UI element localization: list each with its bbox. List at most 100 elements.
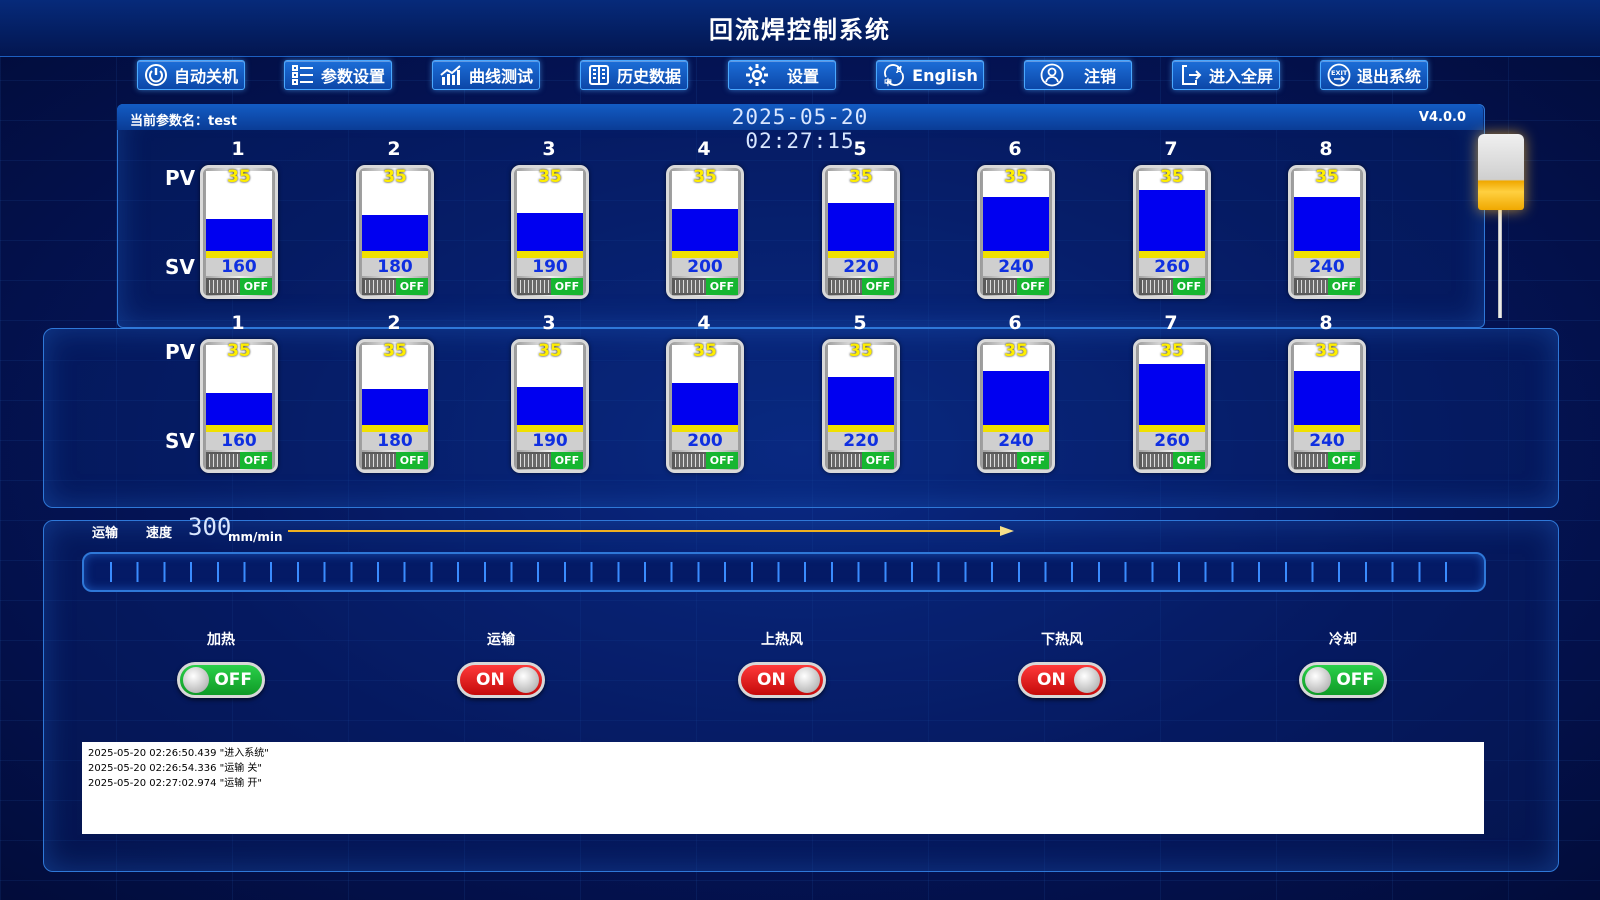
zone-gauge[interactable]: 35 160 OFF [200,339,278,473]
toggle-knob [1074,667,1100,693]
zone-number: 1 [231,138,245,160]
gauge-level-fill [517,213,583,251]
toggle-switch[interactable]: OFF [1299,662,1387,698]
chart-icon [440,65,461,85]
zone-switch[interactable]: OFF [517,278,583,295]
zone-switch[interactable]: OFF [1294,452,1360,469]
sv-value: 240 [1294,432,1360,450]
grip-icon [1297,454,1329,467]
exit-system-button[interactable]: EXIT 退出系统 [1320,60,1428,90]
zone-switch[interactable]: OFF [206,278,272,295]
settings-label: 设置 [786,67,819,86]
book-icon [588,65,609,85]
zone-number: 4 [697,138,711,160]
grip-icon [365,280,397,293]
zone-gauge[interactable]: 35 260 OFF [1133,339,1211,473]
auto-shutdown-button[interactable]: 自动关机 [137,60,245,90]
zone-gauge[interactable]: 35 260 OFF [1133,165,1211,299]
zone-gauge[interactable]: 35 220 OFF [822,339,900,473]
zone-switch[interactable]: OFF [1139,278,1205,295]
zone-switch-state: OFF [396,452,428,469]
zone-switch[interactable]: OFF [828,452,894,469]
tower-light-icon [1478,134,1524,210]
zone-gauge[interactable]: 35 240 OFF [977,339,1055,473]
zone-gauge[interactable]: 35 200 OFF [666,165,744,299]
zone-switch[interactable]: OFF [517,452,583,469]
zone-number: 3 [542,138,556,160]
param-settings-button[interactable]: 参数设置 [284,60,392,90]
zone-gauge[interactable]: 35 200 OFF [666,339,744,473]
settings-button[interactable]: 设置 [728,60,836,90]
pv-value: 35 [538,341,562,361]
speed-value: 300 [188,513,232,541]
toggle-switch[interactable]: ON [457,662,545,698]
pv-label-bottom: PV [165,340,196,364]
pv-value: 35 [1315,167,1339,187]
grip-icon [209,280,241,293]
english-button[interactable]: 中A English [876,60,984,90]
zone-switch-state: OFF [706,278,738,295]
zone-switch[interactable]: OFF [672,278,738,295]
zone-switch[interactable]: OFF [362,278,428,295]
sv-value: 190 [517,258,583,276]
exit-system-label: 退出系统 [1356,67,1421,86]
toggle-switch[interactable]: OFF [177,662,265,698]
conveyor-arrow-line [288,530,1010,532]
zone-switch[interactable]: OFF [672,452,738,469]
event-log[interactable]: 2025-05-20 02:26:50.439 "进入系统" 2025-05-2… [82,742,1484,834]
sv-value: 240 [983,258,1049,276]
sv-value: 220 [828,258,894,276]
sv-value: 200 [672,258,738,276]
toggle-switch[interactable]: ON [1018,662,1106,698]
logout-button[interactable]: 注销 [1024,60,1132,90]
gauge-level-fill [206,393,272,425]
version-label: V4.0.0 [1418,110,1466,125]
toggle-label: 上热风 [761,632,803,648]
history-data-button[interactable]: 历史数据 [580,60,688,90]
gauge-level-fill [672,209,738,251]
toggle-switch[interactable]: ON [738,662,826,698]
zone-switch[interactable]: OFF [983,452,1049,469]
zone-gauge[interactable]: 35 180 OFF [356,165,434,299]
fullscreen-icon [1181,65,1202,85]
zone-number: 1 [231,312,245,334]
zone-gauge[interactable]: 35 180 OFF [356,339,434,473]
zone-gauge[interactable]: 35 240 OFF [1288,339,1366,473]
zone-gauge[interactable]: 35 190 OFF [511,165,589,299]
fullscreen-button[interactable]: 进入全屏 [1172,60,1280,90]
pv-value: 35 [849,341,873,361]
toggle-label: 加热 [207,632,235,648]
grip-icon [1297,280,1329,293]
pv-value: 35 [383,167,407,187]
zone-switch-state: OFF [1328,452,1360,469]
zone-gauge[interactable]: 35 240 OFF [1288,165,1366,299]
grip-icon [1142,454,1174,467]
speed-label: 速度 [146,526,173,541]
zone-gauge[interactable]: 35 240 OFF [977,165,1055,299]
pv-value: 35 [693,167,717,187]
zone-switch[interactable]: OFF [362,452,428,469]
zone-switch[interactable]: OFF [1294,278,1360,295]
zone-switch[interactable]: OFF [983,278,1049,295]
toggle-knob [513,667,539,693]
gauge-level-fill [983,197,1049,251]
zone-gauge[interactable]: 35 190 OFF [511,339,589,473]
pv-value: 35 [1160,341,1184,361]
zone-switch[interactable]: OFF [1139,452,1205,469]
gauge-level-fill [1294,197,1360,251]
fullscreen-label: 进入全屏 [1208,67,1273,86]
grip-icon [831,280,863,293]
zone-number: 5 [853,138,867,160]
curve-test-button[interactable]: 曲线测试 [432,60,540,90]
zone-switch-state: OFF [1328,278,1360,295]
sv-value: 260 [1139,258,1205,276]
toggle-label: 下热风 [1041,632,1083,648]
grip-icon [365,454,397,467]
speed-unit: mm/min [228,530,283,544]
zone-switch[interactable]: OFF [828,278,894,295]
zone-gauge[interactable]: 35 220 OFF [822,165,900,299]
zone-gauge[interactable]: 35 160 OFF [200,165,278,299]
zone-switch[interactable]: OFF [206,452,272,469]
grip-icon [986,280,1018,293]
zone-number: 8 [1319,312,1333,334]
